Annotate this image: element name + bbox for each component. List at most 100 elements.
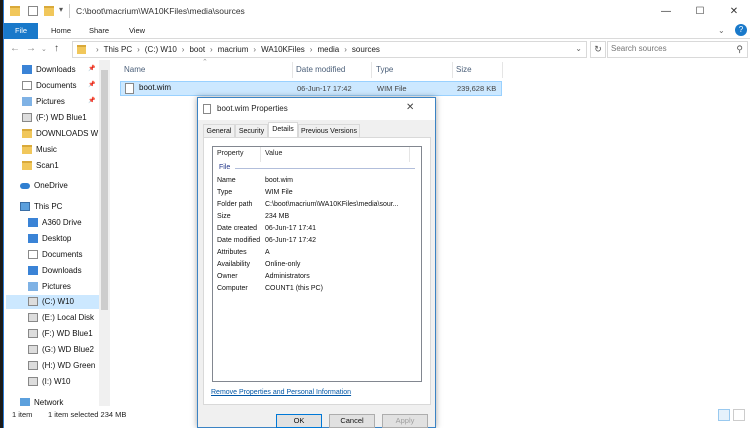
nav-item-documents[interactable]: Documents — [22, 79, 76, 93]
tab-previous-versions[interactable]: Previous Versions — [298, 124, 360, 137]
forward-arrow-icon[interactable]: → — [26, 43, 36, 54]
minimize-button[interactable]: — — [650, 0, 682, 23]
address-dropdown-icon[interactable]: ⌄ — [575, 44, 582, 53]
column-header-date-modified[interactable]: Date modified — [296, 65, 345, 74]
tab-file[interactable]: File — [4, 23, 38, 39]
nav-item-c-w10[interactable]: (C:) W10 — [6, 295, 99, 309]
nav-item-pictures-pc[interactable]: Pictures — [28, 280, 71, 294]
column-divider[interactable] — [260, 147, 261, 162]
nav-item-pictures[interactable]: Pictures — [22, 95, 65, 109]
apply-button[interactable]: Apply — [382, 414, 428, 428]
windows-drive-icon — [28, 297, 38, 307]
column-divider[interactable] — [452, 62, 453, 78]
maximize-button[interactable]: ☐ — [684, 0, 716, 23]
close-button[interactable]: ✕ — [718, 0, 750, 23]
tab-home[interactable]: Home — [44, 23, 78, 39]
breadcrumb-separator-icon[interactable]: › — [310, 45, 313, 54]
new-folder-icon[interactable] — [44, 6, 54, 16]
value-column-header[interactable]: Value — [265, 150, 282, 157]
prop-value-size[interactable]: 234 MB — [265, 213, 289, 220]
tab-general[interactable]: General — [203, 124, 235, 137]
cloud-drive-icon — [28, 218, 38, 228]
column-divider[interactable] — [292, 62, 293, 78]
nav-item-downloads-w[interactable]: DOWNLOADS W — [22, 127, 98, 141]
nav-item-documents-pc[interactable]: Documents — [28, 248, 82, 262]
breadcrumb-boot[interactable]: boot — [189, 45, 205, 54]
prop-value-attributes[interactable]: A — [265, 249, 270, 256]
nav-item-desktop[interactable]: Desktop — [28, 232, 71, 246]
ribbon-expand-icon[interactable]: ⌄ — [718, 26, 725, 35]
refresh-icon[interactable]: ↻ — [590, 41, 606, 58]
nav-item-label: Pictures — [42, 282, 71, 291]
remove-properties-link[interactable]: Remove Properties and Personal Informati… — [211, 389, 351, 396]
search-icon[interactable]: ⚲ — [736, 44, 743, 55]
nav-item-a360-drive[interactable]: A360 Drive — [28, 216, 82, 230]
pin-icon[interactable]: 📌 — [88, 65, 95, 72]
breadcrumb-sources[interactable]: sources — [352, 45, 380, 54]
prop-value-name[interactable]: boot.wim — [265, 177, 293, 184]
nav-item-scan1[interactable]: Scan1 — [22, 159, 59, 173]
prop-key-attributes: Attributes — [217, 249, 247, 256]
tab-details[interactable]: Details — [268, 122, 298, 138]
cancel-button[interactable]: Cancel — [329, 414, 375, 428]
nav-item-label: Documents — [42, 250, 83, 259]
details-view-icon[interactable] — [718, 409, 730, 421]
nav-item-downloads[interactable]: Downloads — [22, 63, 76, 77]
column-divider[interactable] — [371, 62, 372, 78]
nav-item-downloads-pc[interactable]: Downloads — [28, 264, 82, 278]
breadcrumb-this-pc[interactable]: This PC — [104, 45, 132, 54]
column-header-name[interactable]: Name — [124, 65, 145, 74]
pin-icon[interactable]: 📌 — [88, 81, 95, 88]
nav-scrollbar[interactable] — [99, 60, 110, 406]
prop-value-folder-path[interactable]: C:\boot\macrium\WA10KFiles\media\sour... — [265, 201, 399, 208]
tab-view[interactable]: View — [122, 23, 152, 39]
prop-value-date-modified[interactable]: 06-Jun-17 17:42 — [265, 237, 316, 244]
search-box[interactable]: ⚲ — [607, 41, 748, 58]
nav-item-f-wd-blue1[interactable]: (F:) WD Blue1 — [22, 111, 87, 125]
column-header-type[interactable]: Type — [376, 65, 393, 74]
file-row-boot-wim[interactable]: boot.wim 06-Jun-17 17:42 WIM File 239,62… — [120, 81, 502, 96]
breadcrumb-separator-icon[interactable]: › — [137, 45, 140, 54]
nav-item-e-local-disk[interactable]: (E:) Local Disk — [28, 311, 94, 325]
breadcrumb-separator-icon[interactable]: › — [253, 45, 256, 54]
column-divider[interactable] — [502, 62, 503, 78]
back-arrow-icon[interactable]: ← — [10, 43, 20, 54]
nav-item-f-wd-blue1-pc[interactable]: (F:) WD Blue1 — [28, 327, 93, 341]
breadcrumb-macrium[interactable]: macrium — [218, 45, 249, 54]
property-column-header[interactable]: Property — [217, 150, 243, 157]
breadcrumb-media[interactable]: media — [317, 45, 339, 54]
column-divider[interactable] — [409, 147, 410, 162]
large-icons-view-icon[interactable] — [733, 409, 745, 421]
prop-value-date-created[interactable]: 06-Jun-17 17:41 — [265, 225, 316, 232]
search-input[interactable] — [611, 44, 731, 53]
nav-item-i-w10[interactable]: (I:) W10 — [28, 375, 70, 389]
dialog-title-bar: boot.wim Properties ✕ — [198, 98, 435, 120]
prop-value-computer[interactable]: COUNT1 (this PC) — [265, 285, 323, 292]
help-icon[interactable]: ? — [735, 24, 747, 36]
prop-value-availability[interactable]: Online-only — [265, 261, 300, 268]
address-bar[interactable]: › This PC › (C:) W10 › boot › macrium › … — [72, 41, 587, 58]
quick-access-dropdown-icon[interactable]: ▾ — [59, 5, 63, 14]
pin-icon[interactable]: 📌 — [88, 97, 95, 104]
nav-item-music[interactable]: Music — [22, 143, 57, 157]
breadcrumb-separator-icon[interactable]: › — [182, 45, 185, 54]
up-arrow-icon[interactable]: ↑ — [54, 43, 59, 54]
breadcrumb-wa10kfiles[interactable]: WA10KFiles — [261, 45, 305, 54]
breadcrumb-separator-icon[interactable]: › — [344, 45, 347, 54]
tab-security[interactable]: Security — [235, 124, 268, 137]
breadcrumb-c-drive[interactable]: (C:) W10 — [145, 45, 177, 54]
nav-item-this-pc[interactable]: This PC — [20, 200, 62, 214]
breadcrumb-separator-icon[interactable]: › — [210, 45, 213, 54]
recent-locations-icon[interactable]: ⌄ — [41, 45, 47, 53]
nav-item-g-wd-blue2[interactable]: (G:) WD Blue2 — [28, 343, 94, 357]
nav-scrollbar-thumb[interactable] — [101, 70, 108, 310]
properties-icon[interactable] — [28, 6, 38, 16]
column-header-size[interactable]: Size — [456, 65, 472, 74]
tab-share[interactable]: Share — [84, 23, 114, 39]
prop-value-owner[interactable]: Administrators — [265, 273, 310, 280]
nav-item-h-wd-green[interactable]: (H:) WD Green — [28, 359, 95, 373]
dialog-close-button[interactable]: ✕ — [406, 102, 414, 113]
prop-value-type[interactable]: WIM File — [265, 189, 293, 196]
nav-item-onedrive[interactable]: OneDrive — [20, 179, 68, 193]
ok-button[interactable]: OK — [276, 414, 322, 428]
